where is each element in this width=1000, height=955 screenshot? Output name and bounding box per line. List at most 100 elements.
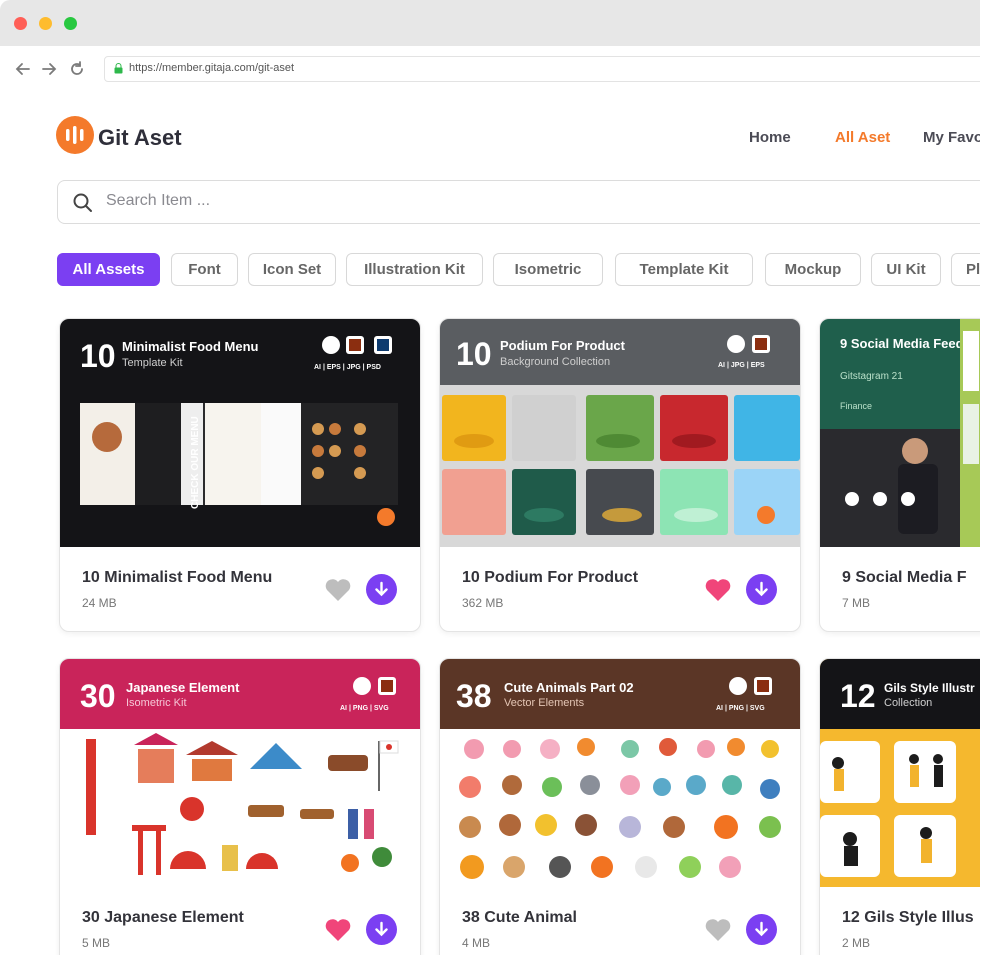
search-icon (73, 193, 92, 212)
podium-tile (660, 469, 728, 535)
minimize-window-button[interactable] (39, 17, 52, 30)
heart-icon[interactable] (704, 577, 732, 603)
card-size: 362 MB (462, 596, 504, 610)
menu-page (135, 403, 181, 505)
download-button[interactable] (746, 914, 777, 945)
banner-title: Gils Style Illustr (884, 681, 975, 695)
podium-tile (586, 469, 654, 535)
card-thumbnail-cute-animals: 38 Cute Animals Part 02 Vector Elements … (440, 659, 800, 887)
card-title: 38 Cute Animal (462, 909, 577, 926)
search-bar (57, 180, 980, 224)
asset-card[interactable]: 10 Podium For Product Background Collect… (439, 318, 801, 632)
browser-window: https://member.gitaja.com/git-aset Git A… (0, 0, 980, 955)
asset-card[interactable]: 12 Gils Style Illustr Collection 12 Gils… (819, 658, 980, 955)
format-badge (349, 339, 361, 351)
close-window-button[interactable] (14, 17, 27, 30)
nav-my-favorites[interactable]: My Favo (923, 129, 980, 146)
format-badge (757, 680, 769, 692)
download-button[interactable] (746, 574, 777, 605)
podium-tile (442, 395, 506, 461)
card-thumbnail-gils-style: 12 Gils Style Illustr Collection (820, 659, 980, 887)
asset-card[interactable]: 38 Cute Animals Part 02 Vector Elements … (439, 658, 801, 955)
card-size: 5 MB (82, 936, 111, 950)
banner-title: Minimalist Food Menu (122, 339, 259, 354)
banner-number: 10 (456, 336, 492, 372)
card-title: 9 Social Media F (842, 569, 967, 586)
banner-subtitle: Isometric Kit (126, 697, 187, 709)
format-badge (322, 336, 340, 354)
address-bar: https://member.gitaja.com/git-aset (0, 46, 980, 93)
podium-tile (512, 469, 576, 535)
podium-tile (660, 395, 728, 461)
podium-tile (442, 469, 506, 535)
card-size: 2 MB (842, 936, 871, 950)
format-badge (353, 677, 371, 695)
reload-icon[interactable] (68, 60, 86, 78)
brand-logo[interactable] (56, 116, 94, 154)
asset-card[interactable]: 10 Minimalist Food Menu Template Kit AI … (59, 318, 421, 632)
search-input[interactable] (104, 191, 708, 211)
forward-icon[interactable] (40, 60, 58, 78)
title-bar (0, 0, 980, 46)
format-badge (755, 338, 767, 350)
banner-title: Japanese Element (126, 680, 240, 695)
banner-subtitle: Gitstagram 21 (840, 371, 903, 382)
heart-icon[interactable] (704, 917, 732, 943)
card-thumbnail-japanese: 30 Japanese Element Isometric Kit AI | P… (60, 659, 420, 887)
download-icon (755, 581, 768, 597)
download-icon (375, 921, 388, 937)
format-badge (377, 339, 389, 351)
filter-font[interactable]: Font (171, 253, 238, 286)
banner-subtitle: Background Collection (500, 356, 610, 368)
maximize-window-button[interactable] (64, 17, 77, 30)
filter-isometric[interactable]: Isometric (493, 253, 603, 286)
podium-tile (734, 469, 800, 535)
format-badge (729, 677, 747, 695)
card-thumbnail-social-media: 9 Social Media Feed Gitstagram 21 Financ… (820, 319, 980, 547)
banner-title: 9 Social Media Feed (840, 336, 964, 351)
asset-card[interactable]: 30 Japanese Element Isometric Kit AI | P… (59, 658, 421, 955)
card-thumbnail-podium: 10 Podium For Product Background Collect… (440, 319, 800, 547)
banner-number: 10 (80, 338, 116, 374)
download-button[interactable] (366, 574, 397, 605)
filter-more[interactable]: Pl (951, 253, 980, 286)
format-badge (381, 680, 393, 692)
illustration-tile (894, 741, 956, 803)
filter-illustration-kit[interactable]: Illustration Kit (346, 253, 483, 286)
banner-number: 12 (840, 678, 876, 714)
banner-number: 38 (456, 678, 492, 714)
heart-icon[interactable] (324, 917, 352, 943)
banner-formats: AI | PNG | SVG (340, 705, 389, 712)
banner-subtitle: Collection (884, 697, 932, 709)
menu-page (205, 403, 261, 505)
card-size: 7 MB (842, 596, 871, 610)
nav-all-aset[interactable]: All Aset (835, 129, 890, 146)
page-viewport: Git Aset Home All Aset My Favo All Asset… (0, 92, 980, 955)
filter-mockup[interactable]: Mockup (765, 253, 861, 286)
banner-title: Podium For Product (500, 338, 626, 353)
logo-bars-icon (66, 126, 84, 144)
download-button[interactable] (366, 914, 397, 945)
menu-vertical-text: CHECK OUR MENU (190, 416, 201, 509)
card-title: 12 Gils Style Illus (842, 909, 974, 926)
nav-home[interactable]: Home (749, 129, 791, 146)
card-thumbnail-food-menu: 10 Minimalist Food Menu Template Kit AI … (60, 319, 420, 547)
url-field[interactable]: https://member.gitaja.com/git-aset (104, 56, 980, 82)
back-icon[interactable] (14, 60, 32, 78)
banner-tag: Finance (840, 401, 872, 411)
menu-page (80, 403, 135, 505)
asset-card[interactable]: 9 Social Media Feed Gitstagram 21 Financ… (819, 318, 980, 632)
heart-icon[interactable] (324, 577, 352, 603)
banner-formats: AI | PNG | SVG (716, 705, 765, 712)
card-size: 24 MB (82, 596, 117, 610)
card-title: 30 Japanese Element (82, 909, 244, 926)
filter-icon-set[interactable]: Icon Set (248, 253, 336, 286)
filter-template-kit[interactable]: Template Kit (615, 253, 753, 286)
banner-subtitle: Template Kit (122, 357, 183, 369)
businessman-photo (820, 429, 960, 547)
card-title: 10 Minimalist Food Menu (82, 569, 273, 586)
download-icon (755, 921, 768, 937)
filter-ui-kit[interactable]: UI Kit (871, 253, 941, 286)
filter-all-assets[interactable]: All Assets (57, 253, 160, 286)
card-title: 10 Podium For Product (462, 569, 639, 586)
